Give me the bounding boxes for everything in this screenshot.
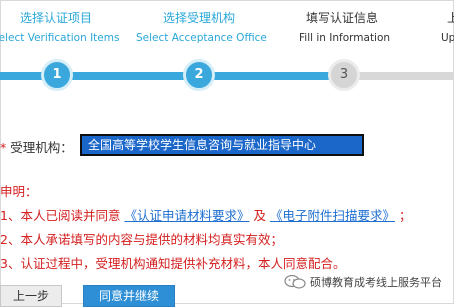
watermark: 硕博教育成考线上服务平台 <box>284 274 442 290</box>
step-3-title: 填写认证信息 <box>306 11 379 25</box>
step-1-subtitle: Select Verification Items <box>0 32 120 44</box>
step-2-title: 选择受理机构 <box>163 11 236 25</box>
step-2-marker[interactable]: 2 <box>183 59 215 91</box>
office-label-text: 受理机构： <box>10 140 73 155</box>
progress-stepper: 选择认证项目 Select Verification Items 选择受理机构 … <box>0 0 454 100</box>
declaration-item-1-prefix: 1、本人已阅读并同意 <box>0 208 121 223</box>
material-requirements-link[interactable]: 《认证申请材料要求》 <box>124 208 249 223</box>
wechat-icon <box>284 275 306 289</box>
step-3-marker: 3 <box>328 59 360 91</box>
declaration-item-1-mid: 及 <box>253 208 266 223</box>
watermark-text: 硕博教育成考线上服务平台 <box>310 276 442 289</box>
step-4-subtitle: Up <box>441 32 454 44</box>
declaration-item-1: 1、本人已阅读并同意 《认证申请材料要求》 及 《电子附件扫描要求》 ； <box>0 205 411 224</box>
step-1-title: 选择认证项目 <box>20 11 93 25</box>
declaration-item-3: 3、认证过程中，受理机构通知提供补充材料，本人同意配合。 <box>0 256 346 271</box>
step-4-title: 上 <box>447 11 454 25</box>
scan-requirements-link[interactable]: 《电子附件扫描要求》 <box>270 208 395 223</box>
step-3-subtitle: Fill in Information <box>299 32 391 44</box>
declaration-title: 申明： <box>0 184 38 199</box>
office-select[interactable]: 全国高等学校学生信息咨询与就业指导中心 <box>80 134 364 156</box>
step-1-marker[interactable]: 1 <box>41 59 73 91</box>
declaration-item-1-suffix: ； <box>398 208 412 223</box>
office-label: * 受理机构： <box>0 137 73 156</box>
declaration-item-2: 2、本人承诺填写的内容与提供的材料均真实有效； <box>0 232 283 247</box>
required-marker: * <box>0 140 7 155</box>
step-2-subtitle: Select Acceptance Office <box>136 32 267 44</box>
